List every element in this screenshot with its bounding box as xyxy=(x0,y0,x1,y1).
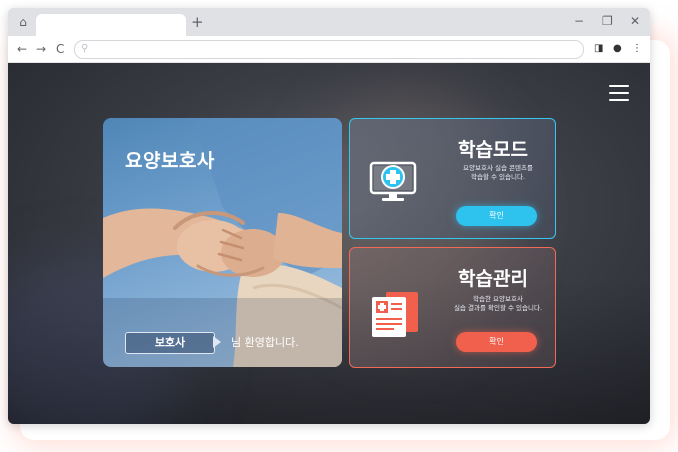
profile-icon[interactable]: ● xyxy=(613,41,622,57)
learning-management-desc-line2: 실습 결과를 확인할 수 있습니다. xyxy=(453,304,543,312)
learning-mode-title: 학습모드 xyxy=(458,139,528,161)
address-bar[interactable]: ⚲ xyxy=(74,40,584,59)
tab-bar: ⌂ + − ❐ ✕ xyxy=(8,8,650,36)
minimize-icon[interactable]: − xyxy=(574,13,584,29)
search-icon: ⚲ xyxy=(81,43,89,54)
page-content: 요양보호사 보호사 님 환영합니다. 학습모드 요양보호사 실습 콘텐츠를 학습… xyxy=(8,63,650,424)
learning-mode-desc-line2: 학습할 수 있습니다. xyxy=(470,173,526,181)
learning-mode-desc-line1: 요양보호사 실습 콘텐츠를 xyxy=(463,164,533,172)
learning-mode-card[interactable]: 학습모드 요양보호사 실습 콘텐츠를 학습할 수 있습니다. 확인 xyxy=(349,118,556,239)
monitor-medical-icon xyxy=(369,161,417,201)
learning-management-confirm-button[interactable]: 확인 xyxy=(456,332,537,352)
reload-icon[interactable]: C xyxy=(56,41,64,57)
new-tab-button[interactable]: + xyxy=(191,13,204,31)
medical-documents-icon xyxy=(372,292,418,337)
sidebar-icon[interactable]: ◨ xyxy=(594,41,603,57)
browser-window: ⌂ + − ❐ ✕ ← → C ⚲ ◨ ● ⋮ 요양보호사 보호사 님 환영합니… xyxy=(8,8,650,424)
caregiver-photo-card: 요양보호사 보호사 님 환영합니다. xyxy=(103,118,342,367)
hamburger-menu-icon[interactable] xyxy=(609,85,629,101)
browser-menu-icon[interactable]: ⋮ xyxy=(632,41,642,57)
learning-mode-confirm-button[interactable]: 확인 xyxy=(456,206,537,226)
browser-toolbar: ← → C ⚲ ◨ ● ⋮ xyxy=(8,36,650,63)
learning-management-card[interactable]: 학습관리 학습한 요양보호사 실습 결과를 확인할 수 있습니다. 확인 xyxy=(349,247,556,368)
learning-management-desc-line1: 학습한 요양보호사 xyxy=(473,295,523,303)
hero-title: 요양보호사 xyxy=(125,150,215,172)
role-badge: 보호사 xyxy=(125,332,215,354)
restore-icon[interactable]: ❐ xyxy=(602,13,613,29)
home-icon[interactable]: ⌂ xyxy=(16,15,30,29)
forward-icon[interactable]: → xyxy=(36,41,46,57)
learning-management-title: 학습관리 xyxy=(458,268,528,290)
welcome-text: 님 환영합니다. xyxy=(231,336,299,349)
browser-tab[interactable] xyxy=(36,14,186,36)
back-icon[interactable]: ← xyxy=(17,41,27,57)
close-icon[interactable]: ✕ xyxy=(630,13,640,29)
